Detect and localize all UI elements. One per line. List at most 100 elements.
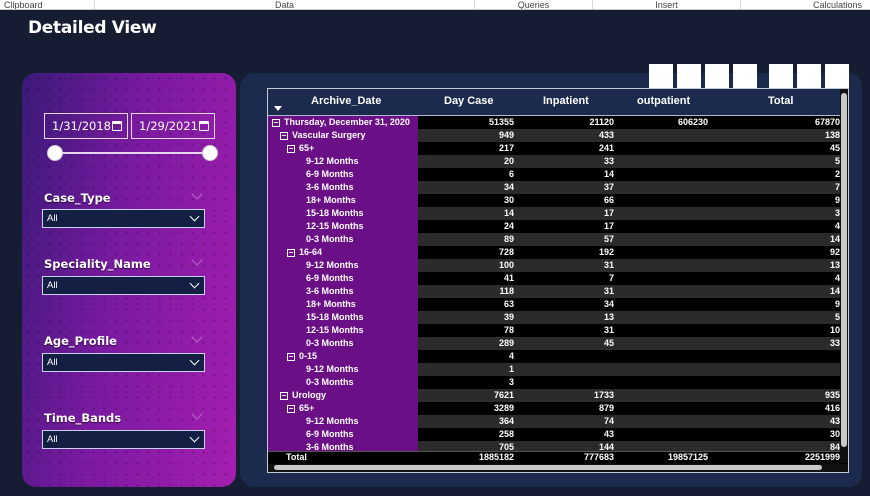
cell-outpatient	[614, 155, 708, 168]
column-header-inpatient[interactable]: Inpatient	[543, 95, 589, 107]
table-row[interactable]: 0-3 Months 3	[268, 376, 840, 389]
visual-tool-button-2[interactable]	[677, 64, 701, 88]
row-header[interactable]: Vascular Surgery	[268, 129, 418, 142]
collapse-icon[interactable]	[280, 132, 288, 140]
row-header[interactable]: 65+	[268, 142, 418, 155]
table-row[interactable]: 6-9 Months 41 7 4	[268, 272, 840, 285]
calendar-icon[interactable]	[112, 121, 122, 131]
row-header[interactable]: 9-12 Months	[268, 259, 418, 272]
table-row[interactable]: 3-6 Months 118 31 14	[268, 285, 840, 298]
cell-total: 33	[829, 338, 840, 348]
horizontal-scroll-thumb[interactable]	[274, 465, 822, 470]
case-type-dropdown[interactable]: All	[42, 209, 205, 228]
end-date-input[interactable]: 1/29/2021	[131, 113, 215, 139]
row-header[interactable]: 18+ Months	[268, 194, 418, 207]
visual-tool-button-4[interactable]	[733, 64, 757, 88]
table-row[interactable]: 9-12 Months 1	[268, 363, 840, 376]
table-row[interactable]: 3-6 Months 34 37 7	[268, 181, 840, 194]
cell-outpatient	[614, 389, 708, 402]
row-header[interactable]: Thursday, December 31, 2020	[268, 116, 418, 129]
ribbon-tab-clipboard[interactable]: Clipboard	[0, 0, 95, 9]
table-row[interactable]: 18+ Months 63 34 9	[268, 298, 840, 311]
table-row[interactable]: 16-64 728 192 92	[268, 246, 840, 259]
table-row[interactable]: Vascular Surgery 949 433 138	[268, 129, 840, 142]
row-header[interactable]: 65+	[268, 402, 418, 415]
row-header[interactable]: Urology	[268, 389, 418, 402]
ribbon-tab-insert[interactable]: Insert	[593, 0, 741, 9]
chevron-down-icon[interactable]	[191, 254, 203, 266]
row-header[interactable]: 3-6 Months	[268, 285, 418, 298]
column-header-outpatient[interactable]: outpatient	[637, 95, 690, 107]
collapse-icon[interactable]	[280, 392, 288, 400]
age-profile-dropdown[interactable]: All	[42, 353, 205, 372]
ribbon-tab-calculations[interactable]: Calculations	[741, 0, 870, 9]
table-row[interactable]: 6-9 Months 6 14 2	[268, 168, 840, 181]
table-row[interactable]: 9-12 Months 20 33 5	[268, 155, 840, 168]
row-label: 0-3 Months	[306, 234, 354, 244]
vertical-scroll-thumb[interactable]	[841, 93, 847, 447]
date-range-end-handle[interactable]	[202, 145, 218, 161]
cell-total: 3	[834, 208, 840, 218]
row-header[interactable]: 6-9 Months	[268, 168, 418, 181]
visual-tool-button-7[interactable]	[825, 64, 849, 88]
table-row[interactable]: 12-15 Months 78 31 10	[268, 324, 840, 337]
row-header[interactable]: 0-15	[268, 350, 418, 363]
table-row[interactable]: 15-18 Months 39 13 5	[268, 311, 840, 324]
visual-tool-button-6[interactable]	[797, 64, 821, 88]
chevron-down-icon[interactable]	[191, 331, 203, 343]
table-row[interactable]: Urology 7621 1733 935	[268, 389, 840, 402]
collapse-icon[interactable]	[287, 353, 295, 361]
row-header[interactable]: 16-64	[268, 246, 418, 259]
collapse-icon[interactable]	[272, 119, 280, 127]
table-row[interactable]: 9-12 Months 100 31 13	[268, 259, 840, 272]
column-header-day-case[interactable]: Day Case	[444, 95, 494, 107]
date-range-slider-track[interactable]	[55, 152, 210, 154]
table-row[interactable]: 65+ 217 241 45	[268, 142, 840, 155]
table-row[interactable]: 9-12 Months 364 74 43	[268, 415, 840, 428]
chevron-down-icon[interactable]	[191, 408, 203, 420]
sort-descending-icon[interactable]	[274, 106, 282, 111]
collapse-icon[interactable]	[287, 405, 295, 413]
table-row[interactable]: 18+ Months 30 66 9	[268, 194, 840, 207]
collapse-icon[interactable]	[287, 249, 295, 257]
chevron-down-icon[interactable]	[191, 188, 203, 200]
column-header-archive-date[interactable]: Archive_Date	[311, 95, 381, 107]
column-header-total[interactable]: Total	[768, 95, 793, 107]
table-row[interactable]: 12-15 Months 24 17 4	[268, 220, 840, 233]
visual-tool-button-1[interactable]	[649, 64, 673, 88]
visual-tool-button-3[interactable]	[705, 64, 729, 88]
table-row[interactable]: 6-9 Months 258 43 30	[268, 428, 840, 441]
row-header[interactable]: 0-3 Months	[268, 233, 418, 246]
ribbon-tab-data[interactable]: Data	[95, 0, 475, 9]
calendar-icon[interactable]	[199, 121, 209, 131]
row-header[interactable]: 18+ Months	[268, 298, 418, 311]
time-bands-dropdown[interactable]: All	[42, 430, 205, 449]
collapse-icon[interactable]	[287, 145, 295, 153]
row-label: 15-18 Months	[306, 208, 364, 218]
date-range-start-handle[interactable]	[47, 145, 63, 161]
ribbon-tab-queries[interactable]: Queries	[475, 0, 593, 9]
table-row[interactable]: 0-15 4	[268, 350, 840, 363]
row-header[interactable]: 6-9 Months	[268, 272, 418, 285]
row-header[interactable]: 9-12 Months	[268, 415, 418, 428]
row-header[interactable]: 9-12 Months	[268, 363, 418, 376]
table-row[interactable]: 65+ 3289 879 416	[268, 402, 840, 415]
table-row[interactable]: 0-3 Months 89 57 14	[268, 233, 840, 246]
row-header[interactable]: 15-18 Months	[268, 311, 418, 324]
row-header[interactable]: 12-15 Months	[268, 324, 418, 337]
start-date-input[interactable]: 1/31/2018	[44, 113, 128, 139]
table-row[interactable]: 15-18 Months 14 17 3	[268, 207, 840, 220]
row-header[interactable]: 9-12 Months	[268, 155, 418, 168]
cell-outpatient	[614, 181, 708, 194]
row-values: 51355 21120 606230 67870	[418, 116, 840, 129]
table-row[interactable]: 0-3 Months 289 45 33	[268, 337, 840, 350]
table-row[interactable]: Thursday, December 31, 2020 51355 21120 606…	[268, 116, 840, 129]
row-header[interactable]: 15-18 Months	[268, 207, 418, 220]
row-header[interactable]: 3-6 Months	[268, 181, 418, 194]
visual-tool-button-5[interactable]	[769, 64, 793, 88]
speciality-name-dropdown[interactable]: All	[42, 276, 205, 295]
row-header[interactable]: 0-3 Months	[268, 337, 418, 350]
row-header[interactable]: 6-9 Months	[268, 428, 418, 441]
row-header[interactable]: 12-15 Months	[268, 220, 418, 233]
row-header[interactable]: 0-3 Months	[268, 376, 418, 389]
